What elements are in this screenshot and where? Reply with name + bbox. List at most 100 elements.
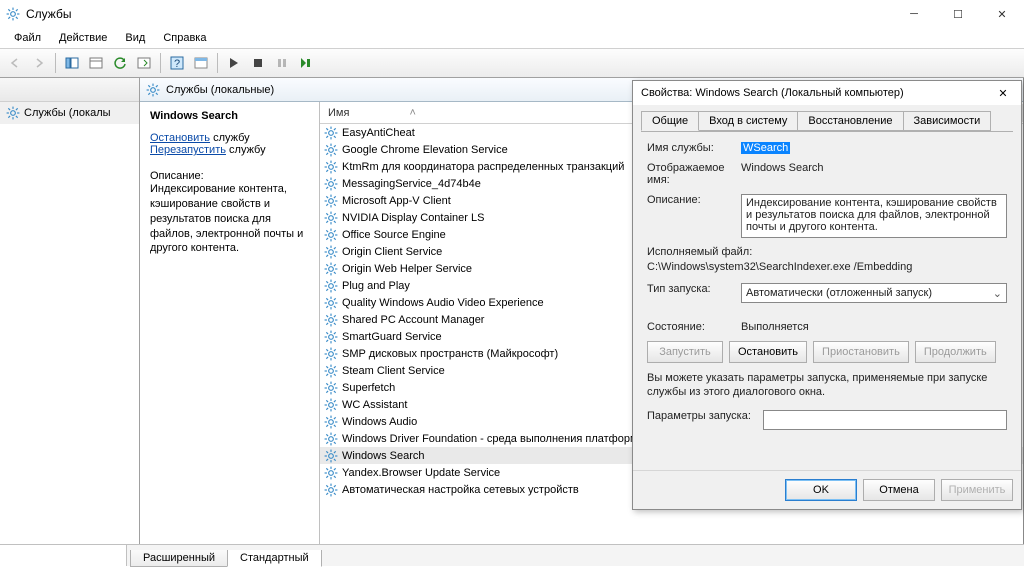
gear-icon xyxy=(324,262,338,276)
back-button[interactable] xyxy=(4,52,26,74)
value-description[interactable]: Индексирование контента, кэширование сво… xyxy=(741,194,1007,238)
dialog-close-button[interactable]: ✕ xyxy=(991,83,1015,103)
resume-button[interactable]: Продолжить xyxy=(915,341,996,363)
restart-service-button[interactable] xyxy=(295,52,317,74)
label-executable: Исполняемый файл: xyxy=(647,246,752,258)
pause-service-button[interactable] xyxy=(271,52,293,74)
gear-icon xyxy=(324,330,338,344)
service-row-label: NVIDIA Display Container LS xyxy=(342,212,484,224)
value-display-name: Windows Search xyxy=(741,162,1007,174)
gear-icon xyxy=(146,83,160,97)
start-params-input[interactable] xyxy=(763,410,1007,430)
cancel-button[interactable]: Отмена xyxy=(863,479,935,501)
service-row-label: Origin Client Service xyxy=(342,246,442,258)
forward-button[interactable] xyxy=(28,52,50,74)
start-button[interactable]: Запустить xyxy=(647,341,723,363)
label-startup-type: Тип запуска: xyxy=(647,283,735,295)
svg-text:?: ? xyxy=(174,58,180,70)
menu-action[interactable]: Действие xyxy=(51,30,115,46)
gear-icon xyxy=(324,211,338,225)
show-hide-tree-button[interactable] xyxy=(61,52,83,74)
dialog-tab-dependencies[interactable]: Зависимости xyxy=(903,111,992,131)
apply-button[interactable]: Применить xyxy=(941,479,1013,501)
gear-icon xyxy=(324,245,338,259)
content-header-title: Службы (локальные) xyxy=(166,84,274,96)
service-row-label: Superfetch xyxy=(342,382,395,394)
stop-button[interactable]: Остановить xyxy=(729,341,807,363)
value-service-id[interactable]: WSearch xyxy=(741,142,790,154)
description-label: Описание: xyxy=(150,170,309,182)
pause-button[interactable]: Приостановить xyxy=(813,341,909,363)
service-row-label: SMP дисковых пространств (Майкрософт) xyxy=(342,348,558,360)
tree-item-services[interactable]: Службы (локалы xyxy=(0,102,139,124)
tree-pane: Службы (локалы xyxy=(0,78,140,544)
service-row-label: EasyAntiCheat xyxy=(342,127,415,139)
service-details-pane: Windows Search Остановить службу Перезап… xyxy=(140,102,320,544)
service-row-label: Office Source Engine xyxy=(342,229,446,241)
gear-icon xyxy=(324,466,338,480)
window-title: Службы xyxy=(26,7,892,21)
gear-icon xyxy=(324,483,338,497)
service-row-label: Windows Search xyxy=(342,450,425,462)
gear-icon xyxy=(324,279,338,293)
stop-service-button[interactable] xyxy=(247,52,269,74)
gear-icon xyxy=(6,7,20,21)
label-service-id: Имя службы: xyxy=(647,142,735,154)
menu-help[interactable]: Справка xyxy=(155,30,214,46)
gear-icon xyxy=(324,194,338,208)
menu-view[interactable]: Вид xyxy=(117,30,153,46)
gear-icon xyxy=(324,296,338,310)
service-row-label: Windows Driver Foundation - среда выполн… xyxy=(342,433,660,445)
service-row-label: SmartGuard Service xyxy=(342,331,442,343)
restart-link[interactable]: Перезапустить xyxy=(150,144,226,156)
value-state: Выполняется xyxy=(741,321,1007,333)
gear-icon xyxy=(324,449,338,463)
dialog-tab-logon[interactable]: Вход в систему xyxy=(698,111,798,131)
stop-link[interactable]: Остановить xyxy=(150,132,210,144)
service-row-label: Автоматическая настройка сетевых устройс… xyxy=(342,484,579,496)
dialog-tab-general[interactable]: Общие xyxy=(641,111,699,131)
service-row-label: Google Chrome Elevation Service xyxy=(342,144,508,156)
label-start-params: Параметры запуска: xyxy=(647,410,757,422)
service-row-label: Shared PC Account Manager xyxy=(342,314,484,326)
startup-type-dropdown[interactable]: Автоматически (отложенный запуск) ⌄ xyxy=(741,283,1007,303)
close-button[interactable]: ✕ xyxy=(980,0,1024,28)
gear-icon xyxy=(324,143,338,157)
service-row-label: Plug and Play xyxy=(342,280,410,292)
help-button[interactable]: ? xyxy=(166,52,188,74)
properties-button[interactable] xyxy=(85,52,107,74)
refresh-button[interactable] xyxy=(109,52,131,74)
toolbar: ? xyxy=(0,48,1024,78)
gear-icon xyxy=(324,126,338,140)
menu-file[interactable]: Файл xyxy=(6,30,49,46)
tree-item-label: Службы (локалы xyxy=(24,107,111,119)
start-service-button[interactable] xyxy=(223,52,245,74)
label-state: Состояние: xyxy=(647,321,735,333)
toolbar-extra-button[interactable] xyxy=(190,52,212,74)
view-tab-extended[interactable]: Расширенный xyxy=(130,550,228,567)
dialog-tab-recovery[interactable]: Восстановление xyxy=(797,111,903,131)
selected-service-name: Windows Search xyxy=(150,110,309,122)
dialog-title: Свойства: Windows Search (Локальный комп… xyxy=(641,87,991,99)
view-tabs: Расширенный Стандартный xyxy=(0,544,1024,566)
service-row-label: Yandex.Browser Update Service xyxy=(342,467,500,479)
label-description: Описание: xyxy=(647,194,735,206)
gear-icon xyxy=(324,398,338,412)
chevron-down-icon: ⌄ xyxy=(993,287,1002,300)
service-row-label: WC Assistant xyxy=(342,399,407,411)
service-row-label: MessagingService_4d74b4e xyxy=(342,178,481,190)
gear-icon xyxy=(324,381,338,395)
gear-icon xyxy=(324,228,338,242)
export-button[interactable] xyxy=(133,52,155,74)
view-tab-standard[interactable]: Стандартный xyxy=(227,550,322,567)
service-row-label: Windows Audio xyxy=(342,416,417,428)
ok-button[interactable]: OK xyxy=(785,479,857,501)
gear-icon xyxy=(324,364,338,378)
service-row-label: Steam Client Service xyxy=(342,365,445,377)
gear-icon xyxy=(324,415,338,429)
gear-icon xyxy=(6,106,20,120)
value-executable: C:\Windows\system32\SearchIndexer.exe /E… xyxy=(647,261,912,273)
window-titlebar: Службы ─ ☐ ✕ xyxy=(0,0,1024,28)
maximize-button[interactable]: ☐ xyxy=(936,0,980,28)
minimize-button[interactable]: ─ xyxy=(892,0,936,28)
